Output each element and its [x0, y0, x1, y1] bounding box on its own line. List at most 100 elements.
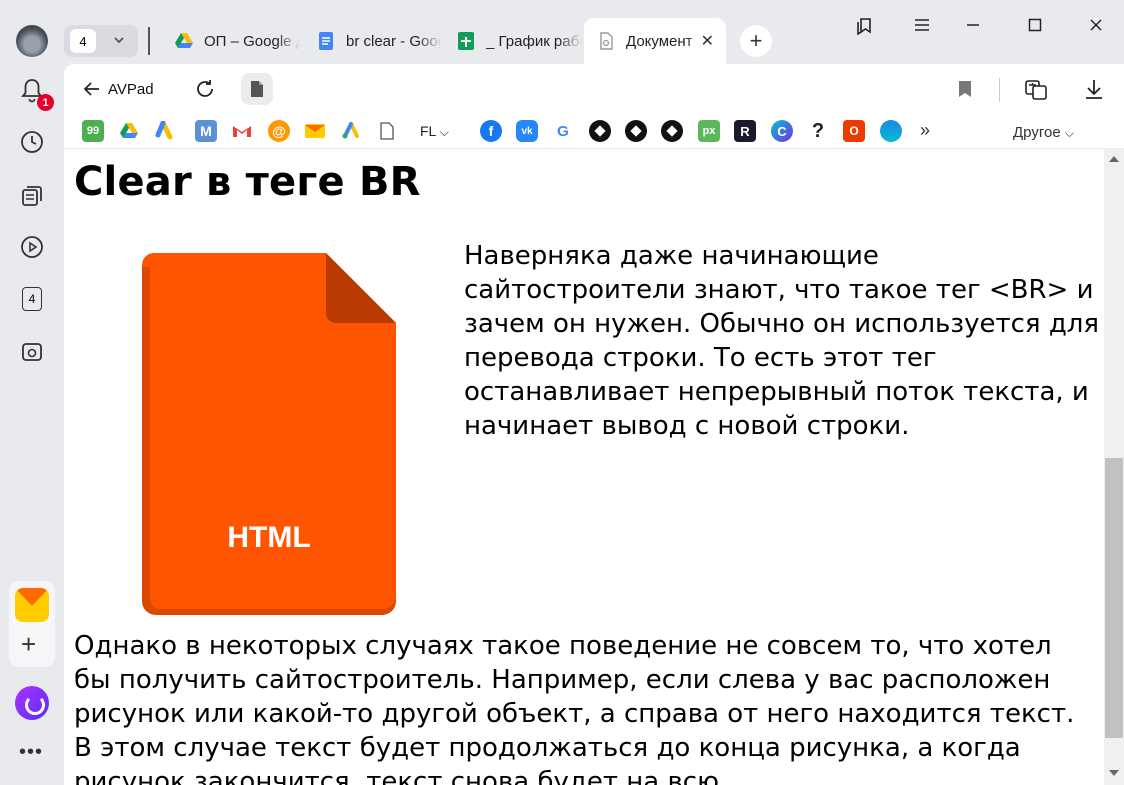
- bookmark-facebook-icon[interactable]: f: [480, 120, 502, 142]
- close-window-button[interactable]: [1084, 14, 1108, 36]
- chevron-down-icon: ⌵: [439, 125, 449, 139]
- bookmark-canva-icon[interactable]: C: [771, 120, 793, 142]
- downloads-button[interactable]: [1083, 78, 1105, 105]
- bookmarks-bar: 99 M @ FL ⌵ f vk G px R C ? O » Другое ⌵: [64, 116, 1124, 148]
- screenshot-button[interactable]: [18, 338, 46, 366]
- bookmark-px-icon[interactable]: px: [698, 120, 720, 142]
- bookmark-google-ads-icon[interactable]: [154, 120, 176, 142]
- bookmark-google-icon[interactable]: G: [552, 120, 574, 142]
- bookmark-globe-icon[interactable]: [880, 120, 902, 142]
- sidebar-apps-panel: +: [9, 581, 55, 667]
- tab-title: _ График работы: [486, 32, 582, 50]
- scroll-down-arrow-icon[interactable]: [1109, 770, 1119, 776]
- back-button[interactable]: AVPad: [82, 79, 154, 99]
- paragraph-intro: Наверняка даже начинающие сайтостроители…: [464, 241, 1100, 441]
- tab-document-active[interactable]: Документ ✕: [584, 18, 726, 64]
- google-drive-icon: [175, 33, 193, 48]
- document-icon: [600, 32, 613, 50]
- tab-title: ОП – Google Диск: [204, 32, 300, 50]
- chevron-down-icon: [114, 37, 124, 44]
- bookmark-r-icon[interactable]: R: [734, 120, 756, 142]
- bookmark-icon: [959, 81, 971, 97]
- clock-icon: [21, 131, 43, 153]
- tab-google-docs[interactable]: br clear - Google Документы: [304, 18, 442, 64]
- scrollbar-thumb[interactable]: [1105, 458, 1123, 738]
- translate-icon: [1025, 80, 1047, 100]
- reload-icon: [197, 80, 213, 97]
- add-bookmark-button[interactable]: [958, 80, 972, 103]
- browser-content-panel: AVPad 99 M @ FL ⌵ f vk G px R C ? O » Др…: [64, 64, 1124, 785]
- tab-group-number: 4: [22, 287, 42, 311]
- play-icon: [21, 236, 43, 258]
- google-docs-icon: [319, 32, 333, 50]
- minimize-button[interactable]: [961, 14, 985, 36]
- maximize-button[interactable]: [1023, 14, 1047, 36]
- tab-title: Документ: [626, 32, 693, 50]
- mail-app-icon[interactable]: [15, 588, 49, 622]
- alice-assistant-icon[interactable]: [15, 686, 49, 720]
- bookmark-page-icon[interactable]: [376, 120, 398, 142]
- download-icon: [1086, 80, 1102, 99]
- google-sheets-icon: [458, 32, 474, 50]
- bookmark-star-2-icon[interactable]: [625, 120, 647, 142]
- page-viewport: Clear в теге BR HTML Наверняка даже начи…: [64, 148, 1104, 785]
- history-button[interactable]: [18, 128, 46, 156]
- tab-count: 4: [70, 29, 96, 53]
- other-bookmarks-label: Другое: [1013, 124, 1061, 141]
- tab-counter-button[interactable]: 4: [64, 25, 138, 57]
- more-options-icon[interactable]: •••: [19, 741, 43, 764]
- page-heading: Clear в теге BR: [74, 159, 421, 205]
- bookmarks-manager-button[interactable]: [853, 14, 877, 36]
- bookmark-google-ads-2-icon[interactable]: [340, 120, 362, 142]
- tab-google-sheets[interactable]: _ График работы: [444, 18, 582, 64]
- tab-bar: 4 ОП – Google Диск br clear - Google Док…: [64, 0, 1124, 64]
- back-label: AVPad: [108, 80, 154, 98]
- bookmarks-stack-icon: [857, 18, 871, 35]
- add-app-icon[interactable]: +: [21, 631, 36, 657]
- bookmark-folder-fl-label: FL: [420, 123, 436, 139]
- bookmark-gmail-icon[interactable]: [231, 120, 253, 142]
- maximize-icon: [1028, 18, 1042, 32]
- file-icon: [251, 81, 263, 97]
- tab-google-drive[interactable]: ОП – Google Диск: [162, 18, 300, 64]
- video-button[interactable]: [18, 233, 46, 261]
- page-scrollbar[interactable]: [1104, 148, 1124, 785]
- chevron-down-icon: ⌵: [1064, 126, 1074, 140]
- reload-button[interactable]: [194, 78, 216, 105]
- html-file-image: HTML: [142, 253, 396, 615]
- tab-group-button[interactable]: 4: [18, 285, 46, 313]
- arrow-left-icon: [83, 82, 99, 96]
- minimize-icon: [967, 24, 979, 26]
- bookmark-help-icon[interactable]: ?: [807, 120, 829, 142]
- browser-sidebar: 1 4 + •••: [0, 0, 64, 785]
- bookmark-office-icon[interactable]: O: [843, 120, 865, 142]
- scroll-up-arrow-icon[interactable]: [1109, 156, 1119, 162]
- other-bookmarks-folder[interactable]: Другое ⌵: [1013, 124, 1074, 141]
- page-info-button[interactable]: [241, 73, 273, 105]
- camera-icon: [22, 343, 42, 361]
- paragraph-second: Однако в некоторых случаях такое поведен…: [74, 631, 1075, 785]
- bookmark-vk-icon[interactable]: vk: [516, 120, 538, 142]
- bookmark-star-3-icon[interactable]: [661, 120, 683, 142]
- tab-title: br clear - Google Документы: [346, 32, 442, 50]
- collections-button[interactable]: [18, 182, 46, 210]
- bookmark-m-icon[interactable]: M: [195, 120, 217, 142]
- bookmark-yandex-mail-icon[interactable]: [304, 120, 326, 142]
- address-bar: AVPad: [64, 64, 1124, 114]
- close-tab-icon[interactable]: ✕: [701, 31, 714, 51]
- bookmark-99-icon[interactable]: 99: [82, 120, 104, 142]
- browser-menu-button[interactable]: [910, 14, 934, 36]
- bookmark-mail-at-icon[interactable]: @: [268, 120, 290, 142]
- bookmark-folder-fl[interactable]: FL ⌵: [420, 123, 449, 140]
- hamburger-menu-icon: [915, 19, 929, 31]
- notifications-badge: 1: [37, 94, 54, 111]
- tab-separator: [148, 27, 150, 55]
- profile-avatar[interactable]: [16, 25, 48, 57]
- new-tab-button[interactable]: +: [740, 25, 772, 57]
- toolbar-divider: [999, 78, 1000, 102]
- bookmark-star-1-icon[interactable]: [589, 120, 611, 142]
- html-file-label: HTML: [227, 521, 311, 554]
- more-bookmarks-button[interactable]: »: [920, 120, 930, 141]
- translate-button[interactable]: [1024, 78, 1048, 107]
- bookmark-google-drive-icon[interactable]: [118, 120, 140, 142]
